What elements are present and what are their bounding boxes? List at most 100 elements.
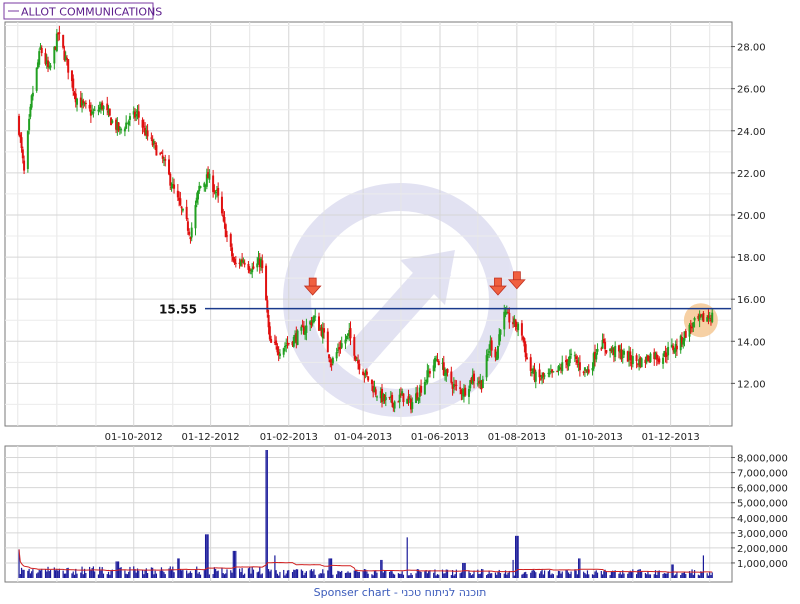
footer-text[interactable]: Sponser chart - תוכנה לניתוח טכני: [314, 586, 487, 599]
candle-body: [485, 355, 488, 378]
candle-body: [328, 354, 331, 359]
candle-body: [582, 371, 585, 373]
candle-body: [561, 362, 564, 372]
candle-body: [367, 376, 370, 381]
candle-body: [436, 359, 439, 361]
candle-body: [146, 130, 149, 137]
x-tick-label: 01-06-2013: [411, 432, 469, 443]
candle-body: [578, 362, 581, 371]
candle-body: [179, 198, 182, 205]
candle-body: [503, 311, 506, 330]
candle-body: [180, 206, 183, 209]
candle-body: [92, 112, 95, 114]
candle-body: [30, 95, 33, 108]
candle-body: [354, 356, 357, 360]
candle-body: [664, 352, 667, 357]
candle-body: [517, 323, 520, 331]
candle-body: [208, 173, 211, 180]
candle-body: [358, 363, 361, 370]
candle-body: [234, 262, 237, 264]
candle-body: [693, 317, 696, 321]
candle-body: [446, 369, 449, 373]
candle-body: [711, 312, 714, 322]
candle-body: [499, 329, 502, 335]
candle-body: [292, 336, 295, 347]
candle-body: [26, 131, 29, 169]
legend-label: ALLOT COMMUNICATIONS: [21, 6, 162, 19]
candle-body: [261, 260, 264, 269]
candle-body: [708, 318, 711, 320]
candle-body: [285, 345, 288, 347]
candle-body: [402, 393, 405, 403]
candle-body: [420, 385, 423, 393]
candle-body: [437, 361, 440, 365]
candle-body: [154, 143, 157, 145]
candle-body: [108, 108, 111, 116]
candle-body: [102, 105, 105, 110]
candle-body: [631, 356, 634, 365]
candle-body: [188, 231, 191, 235]
candle-body: [326, 331, 329, 353]
candle-body: [575, 356, 578, 359]
candle-body: [35, 67, 38, 91]
candle-body: [428, 371, 431, 374]
candle-body: [168, 159, 171, 175]
candle-body: [646, 355, 649, 361]
candle-body: [702, 313, 705, 322]
candle-body: [604, 341, 607, 350]
candle-body: [423, 381, 426, 395]
volume-tick-label: 6,000,000: [737, 484, 788, 495]
candle-body: [88, 104, 91, 109]
candle-body: [135, 114, 138, 117]
candle-body: [231, 247, 234, 257]
candle-body: [534, 371, 537, 382]
candle-body: [548, 372, 551, 375]
candle-body: [300, 326, 303, 331]
candle-body: [217, 187, 220, 196]
candle-body: [520, 323, 523, 336]
candle-body: [629, 351, 632, 361]
candle-body: [150, 137, 153, 139]
candle-body: [455, 384, 458, 386]
candle-body: [220, 196, 223, 214]
candle-body: [266, 300, 269, 313]
candle-body: [473, 373, 476, 382]
candle-body: [658, 358, 661, 363]
candle-body: [58, 32, 61, 34]
candle-body: [38, 51, 41, 65]
candle-body: [692, 322, 695, 327]
x-tick-label: 01-04-2013: [334, 432, 392, 443]
volume-tick-label: 5,000,000: [737, 499, 788, 510]
candle-body: [161, 155, 164, 159]
candle-body: [155, 145, 158, 156]
candle-body: [181, 208, 184, 211]
candle-body: [278, 353, 281, 356]
candle-body: [23, 160, 26, 171]
candle-body: [353, 336, 356, 356]
candle-body: [243, 262, 246, 265]
candle-body: [587, 369, 590, 373]
price-tick-label: 26.00: [737, 85, 766, 96]
candle-body: [19, 134, 22, 138]
candle-body: [675, 345, 678, 350]
candle-body: [49, 65, 52, 68]
price-tick-label: 22.00: [737, 169, 766, 180]
candle-body: [310, 322, 313, 326]
candle-body: [662, 357, 665, 364]
candle-body: [164, 159, 167, 161]
price-tick-label: 28.00: [737, 43, 766, 54]
volume-tick-label: 3,000,000: [737, 529, 788, 540]
candle-body: [127, 121, 130, 125]
candle-body: [655, 354, 658, 360]
candle-body: [391, 394, 394, 404]
candle-body: [18, 115, 21, 135]
candle-body: [460, 389, 463, 394]
candle-body: [345, 335, 348, 340]
candle-body: [707, 315, 710, 319]
candle-body: [335, 352, 338, 359]
price-tick-label: 18.00: [737, 253, 766, 264]
candle-body: [494, 349, 497, 358]
candle-body: [199, 186, 202, 188]
candle-body: [384, 397, 387, 401]
candle-body: [344, 339, 347, 344]
